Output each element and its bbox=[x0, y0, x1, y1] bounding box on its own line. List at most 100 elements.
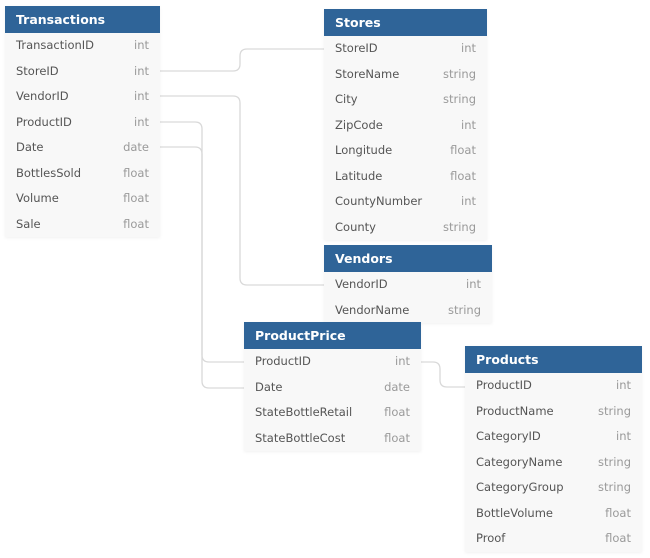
field-type: int bbox=[134, 114, 149, 129]
field-row[interactable]: Proof float bbox=[465, 526, 642, 552]
field-name: Latitude bbox=[335, 168, 383, 183]
field-type: int bbox=[134, 63, 149, 78]
field-row[interactable]: VendorName string bbox=[324, 298, 492, 324]
field-type: float bbox=[450, 143, 476, 157]
field-name: ProductID bbox=[476, 378, 532, 392]
field-type: int bbox=[134, 89, 149, 103]
field-type: float bbox=[450, 168, 476, 183]
field-name: ProductName bbox=[476, 403, 554, 418]
table-header[interactable]: ProductPrice bbox=[244, 322, 421, 349]
field-type: int bbox=[461, 41, 476, 55]
field-name: VendorID bbox=[16, 89, 69, 103]
connector-storeid bbox=[160, 48, 324, 72]
field-row[interactable]: Longitude float bbox=[324, 138, 487, 164]
field-type: float bbox=[605, 531, 631, 545]
field-row[interactable]: Volume float bbox=[5, 186, 160, 212]
field-name: CategoryGroup bbox=[476, 480, 564, 494]
field-name: Sale bbox=[16, 216, 41, 231]
field-row[interactable]: ZipCode int bbox=[324, 113, 487, 139]
field-row[interactable]: Sale float bbox=[5, 212, 160, 238]
field-type: int bbox=[395, 354, 410, 368]
field-type: float bbox=[123, 165, 149, 180]
field-name: StoreID bbox=[16, 63, 59, 78]
field-name: Date bbox=[16, 140, 44, 154]
field-row[interactable]: StoreName string bbox=[324, 62, 487, 88]
field-name: City bbox=[335, 92, 358, 106]
field-row[interactable]: StoreID int bbox=[324, 36, 487, 62]
field-name: Longitude bbox=[335, 143, 393, 157]
field-type: float bbox=[123, 216, 149, 231]
field-type: string bbox=[442, 219, 476, 234]
table-products[interactable]: Products ProductID int ProductName string … bbox=[465, 346, 642, 552]
field-name: CategoryID bbox=[476, 429, 541, 443]
field-name: Date bbox=[255, 379, 283, 394]
field-name: CountyNumber bbox=[335, 194, 423, 208]
table-stores[interactable]: Stores StoreID int StoreName string City st… bbox=[324, 9, 487, 240]
field-name: StoreID bbox=[335, 41, 378, 55]
table-productprice[interactable]: ProductPrice ProductID int Date date State… bbox=[244, 322, 421, 451]
field-row[interactable]: City string bbox=[324, 87, 487, 113]
field-row[interactable]: StateBottleRetail float bbox=[244, 400, 421, 426]
field-type: int bbox=[461, 194, 476, 208]
field-name: CategoryName bbox=[476, 454, 563, 469]
table-header[interactable]: Stores bbox=[324, 9, 487, 36]
field-type: date bbox=[384, 379, 410, 394]
field-row[interactable]: StoreID int bbox=[5, 59, 160, 85]
field-row[interactable]: ProductID int bbox=[244, 349, 421, 375]
er-diagram-canvas: Transactions TransactionID int StoreID int… bbox=[0, 0, 650, 558]
table-header[interactable]: Vendors bbox=[324, 245, 492, 272]
field-row[interactable]: Date date bbox=[5, 135, 160, 161]
field-name: VendorName bbox=[335, 302, 410, 317]
field-name: BottleVolume bbox=[476, 505, 553, 520]
table-transactions[interactable]: Transactions TransactionID int StoreID int… bbox=[5, 6, 160, 237]
field-row[interactable]: CountyNumber int bbox=[324, 189, 487, 215]
field-name: ProductID bbox=[255, 354, 311, 368]
field-name: County bbox=[335, 219, 376, 234]
field-type: int bbox=[616, 429, 631, 443]
field-name: StateBottleRetail bbox=[255, 405, 353, 419]
field-name: ProductID bbox=[16, 114, 72, 129]
field-row[interactable]: County string bbox=[324, 215, 487, 241]
connector-date bbox=[160, 146, 244, 389]
field-type: int bbox=[461, 117, 476, 132]
field-row[interactable]: ProductName string bbox=[465, 399, 642, 425]
connector-productprice-products bbox=[420, 361, 465, 388]
field-type: string bbox=[447, 302, 481, 317]
field-name: StateBottleCost bbox=[255, 430, 346, 445]
field-row[interactable]: BottleVolume float bbox=[465, 501, 642, 527]
field-row[interactable]: Date date bbox=[244, 375, 421, 401]
field-type: string bbox=[597, 403, 631, 418]
table-header[interactable]: Products bbox=[465, 346, 642, 373]
field-row[interactable]: CategoryID int bbox=[465, 424, 642, 450]
field-row[interactable]: StateBottleCost float bbox=[244, 426, 421, 452]
field-name: TransactionID bbox=[16, 38, 95, 52]
field-name: VendorID bbox=[335, 277, 388, 291]
field-row[interactable]: VendorID int bbox=[5, 84, 160, 110]
connector-vendorid bbox=[160, 95, 324, 286]
field-type: int bbox=[616, 378, 631, 392]
field-type: date bbox=[123, 140, 149, 154]
field-name: Proof bbox=[476, 531, 506, 545]
table-vendors[interactable]: Vendors VendorID int VendorName string bbox=[324, 245, 492, 323]
field-row[interactable]: CategoryGroup string bbox=[465, 475, 642, 501]
field-row[interactable]: VendorID int bbox=[324, 272, 492, 298]
field-type: string bbox=[597, 480, 631, 494]
field-row[interactable]: ProductID int bbox=[5, 110, 160, 136]
field-row[interactable]: CategoryName string bbox=[465, 450, 642, 476]
field-type: int bbox=[466, 277, 481, 291]
connector-productid bbox=[160, 121, 244, 363]
field-name: ZipCode bbox=[335, 117, 383, 132]
field-name: BottlesSold bbox=[16, 165, 82, 180]
field-type: float bbox=[384, 430, 410, 445]
field-type: int bbox=[134, 38, 149, 52]
field-type: float bbox=[384, 405, 410, 419]
table-header[interactable]: Transactions bbox=[5, 6, 160, 33]
field-row[interactable]: TransactionID int bbox=[5, 33, 160, 59]
field-type: string bbox=[442, 66, 476, 81]
field-row[interactable]: ProductID int bbox=[465, 373, 642, 399]
field-type: string bbox=[597, 454, 631, 469]
field-type: float bbox=[123, 191, 149, 205]
field-row[interactable]: Latitude float bbox=[324, 164, 487, 190]
field-row[interactable]: BottlesSold float bbox=[5, 161, 160, 187]
field-name: Volume bbox=[16, 191, 59, 205]
